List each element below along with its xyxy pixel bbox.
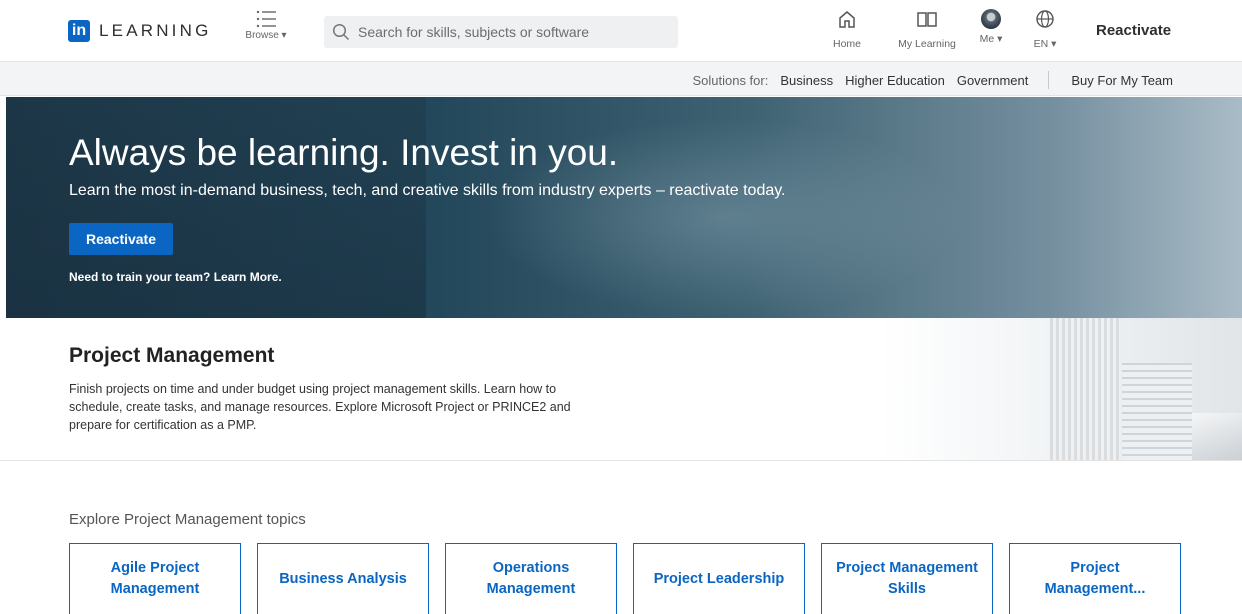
nav-my-learning[interactable]: My Learning xyxy=(890,9,964,50)
topic-cards: Agile Project Management Business Analys… xyxy=(69,543,1181,614)
hero-subtitle: Learn the most in-demand business, tech,… xyxy=(69,182,786,199)
avatar xyxy=(981,9,1001,29)
caret-down-icon: ▾ xyxy=(281,30,287,41)
topic-description: Finish projects on time and under budget… xyxy=(69,382,571,432)
hero-title: Always be learning. Invest in you. xyxy=(69,132,619,173)
team-learn-more-link[interactable]: Need to train your team? Learn More. xyxy=(69,270,282,284)
browse-label: Browse xyxy=(245,30,279,41)
explore-topics-heading: Explore Project Management topics xyxy=(69,511,306,528)
buy-for-my-team-link[interactable]: Buy For My Team xyxy=(1071,73,1173,88)
search-input[interactable] xyxy=(358,24,658,40)
globe-icon xyxy=(1036,10,1054,28)
browse-menu-button[interactable]: Browse ▾ xyxy=(240,10,292,41)
topic-card-agile-project-management[interactable]: Agile Project Management xyxy=(69,543,241,614)
nav-my-learning-label: My Learning xyxy=(898,38,956,50)
topic-card-business-analysis[interactable]: Business Analysis xyxy=(257,543,429,614)
hero-banner: Always be learning. Invest in you. Learn… xyxy=(6,97,1242,318)
hero-background-shade xyxy=(6,97,426,318)
building-image xyxy=(1050,318,1120,460)
topic-card-project-management-skills[interactable]: Project Management Skills xyxy=(821,543,993,614)
solutions-prefix: Solutions for: xyxy=(692,72,769,88)
solutions-bar: Solutions for: Business Higher Education… xyxy=(0,62,1242,96)
nav-language[interactable]: EN ▾ xyxy=(1028,9,1062,50)
topic-header: Project Management Finish projects on ti… xyxy=(0,318,1242,461)
nav-me[interactable]: Me ▾ xyxy=(974,9,1008,45)
nav-home-label: Home xyxy=(832,38,861,50)
solutions-link-government[interactable]: Government xyxy=(957,73,1029,88)
caret-down-icon: ▾ xyxy=(997,33,1003,45)
linkedin-learning-logo[interactable]: in LEARNING xyxy=(68,20,212,42)
search-bar[interactable] xyxy=(324,16,678,48)
logo-text: LEARNING xyxy=(99,21,212,40)
topic-card-operations-management[interactable]: Operations Management xyxy=(445,543,617,614)
nav-home[interactable]: Home xyxy=(826,9,868,50)
nav-language-label: EN xyxy=(1033,38,1049,50)
solutions-link-higher-education[interactable]: Higher Education xyxy=(845,73,945,88)
divider xyxy=(1048,71,1050,89)
building-image xyxy=(1122,363,1192,460)
topic-card-project-management-more[interactable]: Project Management... xyxy=(1009,543,1181,614)
building-image xyxy=(1192,413,1242,460)
linkedin-logo-icon: in xyxy=(68,20,90,42)
top-navigation: in LEARNING Browse ▾ Home My Learning Me… xyxy=(0,0,1242,62)
solutions-link-business[interactable]: Business xyxy=(780,73,833,88)
nav-me-label: Me xyxy=(979,33,995,45)
caret-down-icon: ▾ xyxy=(1051,38,1057,50)
reactivate-button[interactable]: Reactivate xyxy=(69,223,173,255)
list-icon xyxy=(256,10,276,28)
topic-title: Project Management xyxy=(69,344,275,367)
book-icon xyxy=(917,12,937,27)
reactivate-link[interactable]: Reactivate xyxy=(1096,22,1171,39)
topic-card-project-leadership[interactable]: Project Leadership xyxy=(633,543,805,614)
search-icon xyxy=(332,23,350,41)
home-icon xyxy=(839,11,855,28)
